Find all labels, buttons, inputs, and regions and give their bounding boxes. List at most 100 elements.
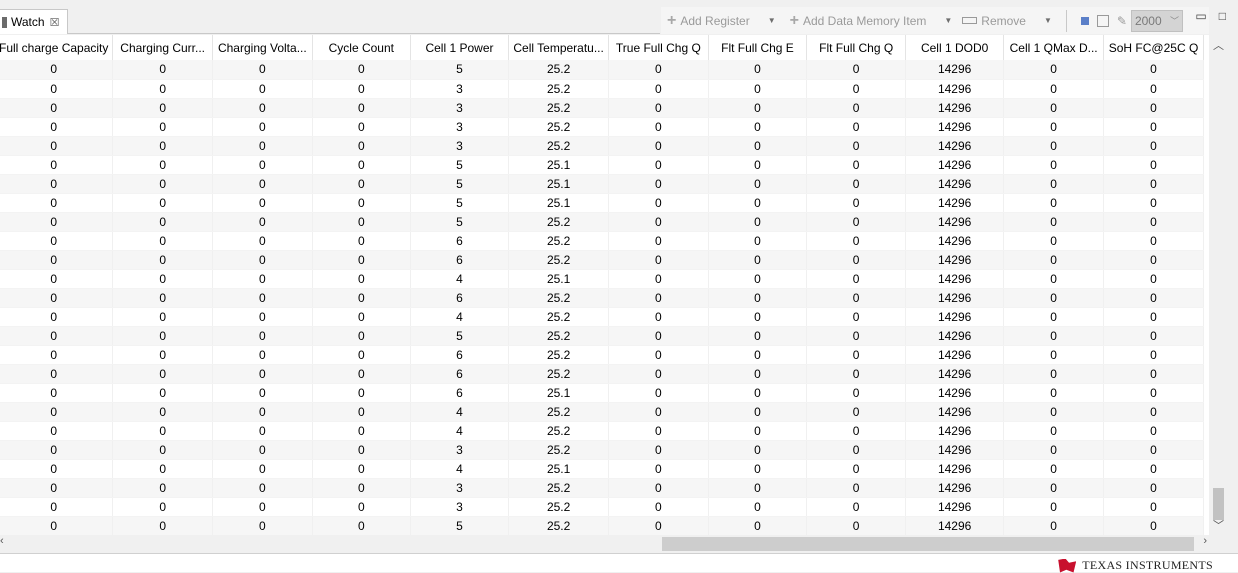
table-row[interactable]: 0 0 0 0 5 25.1 0 0 0 14296 0 0	[0, 155, 1204, 175]
table-cell: 0	[608, 60, 709, 80]
add-register-button[interactable]: + Add Register	[661, 12, 750, 30]
table-cell: 0	[1003, 364, 1105, 384]
table-cell: 0	[1103, 364, 1204, 384]
table-cell: 0	[1003, 250, 1105, 270]
table-cell: 0	[212, 364, 313, 384]
column-header[interactable]: Cell 1 DOD0	[905, 35, 1005, 60]
table-row[interactable]: 0 0 0 0 3 25.2 0 0 0 14296 0 0	[0, 497, 1204, 517]
vertical-scroll-thumb[interactable]	[1213, 488, 1224, 520]
table-cell: 25.2	[508, 402, 610, 422]
table-row[interactable]: 0 0 0 0 6 25.1 0 0 0 14296 0 0	[0, 383, 1204, 403]
table-row[interactable]: 0 0 0 0 4 25.2 0 0 0 14296 0 0	[0, 402, 1204, 422]
scroll-right-icon[interactable]: ›	[1203, 535, 1207, 547]
table-cell: 0	[708, 117, 808, 137]
table-cell: 0	[708, 250, 808, 270]
column-header[interactable]: SoH FC@25C Q	[1103, 35, 1204, 60]
table-cell: 0	[1003, 383, 1105, 403]
table-row[interactable]: 0 0 0 0 4 25.2 0 0 0 14296 0 0	[0, 307, 1204, 327]
column-header[interactable]: Charging Volta...	[212, 35, 313, 60]
column-header[interactable]: True Full Chg Q	[608, 35, 709, 60]
table-row[interactable]: 0 0 0 0 5 25.2 0 0 0 14296 0 0	[0, 60, 1204, 80]
table-row[interactable]: 0 0 0 0 3 25.2 0 0 0 14296 0 0	[0, 79, 1204, 99]
column-header[interactable]: Full charge Capacity	[0, 35, 114, 60]
table-cell: 0	[1003, 269, 1105, 289]
table-cell: 0	[806, 364, 907, 384]
table-cell: 0	[608, 136, 709, 156]
table-row[interactable]: 0 0 0 0 4 25.2 0 0 0 14296 0 0	[0, 421, 1204, 441]
pen-icon[interactable]: ✎	[1117, 14, 1127, 28]
table-row[interactable]: 0 0 0 0 4 25.1 0 0 0 14296 0 0	[0, 269, 1204, 289]
table-row[interactable]: 0 0 0 0 6 25.2 0 0 0 14296 0 0	[0, 345, 1204, 365]
table-cell: 0	[1003, 79, 1105, 99]
table-cell: 0	[1103, 345, 1204, 365]
table-cell: 0	[0, 402, 114, 422]
table-row[interactable]: 0 0 0 0 6 25.2 0 0 0 14296 0 0	[0, 231, 1204, 251]
eraser-icon	[962, 17, 978, 24]
remove-dropdown[interactable]: ▼	[1044, 16, 1052, 25]
save-icon[interactable]	[1096, 14, 1109, 27]
table-cell: 0	[1003, 193, 1105, 213]
table-cell: 0	[212, 326, 313, 346]
table-cell: 0	[0, 136, 114, 156]
table-cell: 14296	[905, 383, 1005, 403]
column-header[interactable]: Flt Full Chg Q	[806, 35, 907, 60]
horizontal-scroll-thumb[interactable]	[662, 537, 1194, 551]
table-cell: 0	[708, 326, 808, 346]
table-row[interactable]: 0 0 0 0 3 25.2 0 0 0 14296 0 0	[0, 136, 1204, 156]
add-data-memory-item-dropdown[interactable]: ▼	[944, 16, 952, 25]
table-cell: 0	[608, 421, 709, 441]
scroll-up-icon[interactable]: ︿	[1209, 37, 1228, 54]
table-row[interactable]: 0 0 0 0 5 25.2 0 0 0 14296 0 0	[0, 516, 1204, 535]
tab-strip	[68, 9, 660, 34]
maximize-icon[interactable]: □	[1219, 9, 1226, 23]
column-header[interactable]: Cell 1 QMax D...	[1003, 35, 1105, 60]
table-cell: 0	[112, 459, 213, 479]
table-body: 0 0 0 0 5 25.2 0 0 0 14296 0 0 0 0 0 0 3 25.2 0 0 0 14296 0 0 0 0…	[0, 60, 1204, 535]
table-cell: 0	[0, 60, 114, 80]
table-cell: 14296	[905, 269, 1005, 289]
table-cell: 25.2	[508, 250, 610, 270]
tab-watch[interactable]: Watch ☒	[0, 9, 68, 34]
table-row[interactable]: 0 0 0 0 6 25.2 0 0 0 14296 0 0	[0, 364, 1204, 384]
table-row[interactable]: 0 0 0 0 6 25.2 0 0 0 14296 0 0	[0, 250, 1204, 270]
table-cell: 0	[1003, 497, 1105, 517]
column-header[interactable]: Charging Curr...	[112, 35, 213, 60]
column-header[interactable]: Cell 1 Power	[410, 35, 510, 60]
column-header[interactable]: Cell Temperatu...	[508, 35, 610, 60]
stop-icon[interactable]	[1080, 16, 1089, 25]
table-row[interactable]: 0 0 0 0 3 25.2 0 0 0 14296 0 0	[0, 440, 1204, 460]
table-row[interactable]: 0 0 0 0 3 25.2 0 0 0 14296 0 0	[0, 478, 1204, 498]
minimize-icon[interactable]: ▭	[1195, 9, 1206, 23]
vertical-scrollbar[interactable]: ︿ ﹀	[1209, 35, 1228, 535]
table-cell: 0	[0, 193, 114, 213]
add-data-memory-item-label: Add Data Memory Item	[802, 13, 927, 28]
table-cell: 0	[608, 440, 709, 460]
refresh-interval-value: 2000	[1134, 13, 1162, 28]
table-row[interactable]: 0 0 0 0 5 25.1 0 0 0 14296 0 0	[0, 193, 1204, 213]
remove-button[interactable]: Remove	[960, 14, 1026, 28]
table-row[interactable]: 0 0 0 0 5 25.2 0 0 0 14296 0 0	[0, 326, 1204, 346]
scroll-down-icon[interactable]: ﹀	[1209, 517, 1228, 534]
add-register-dropdown[interactable]: ▼	[768, 16, 776, 25]
table-row[interactable]: 0 0 0 0 6 25.2 0 0 0 14296 0 0	[0, 288, 1204, 308]
table-cell: 6	[410, 364, 510, 384]
table-cell: 0	[608, 193, 709, 213]
table-row[interactable]: 0 0 0 0 5 25.1 0 0 0 14296 0 0	[0, 174, 1204, 194]
table-cell: 14296	[905, 440, 1005, 460]
table-row[interactable]: 0 0 0 0 3 25.2 0 0 0 14296 0 0	[0, 98, 1204, 118]
table-row[interactable]: 0 0 0 0 4 25.1 0 0 0 14296 0 0	[0, 459, 1204, 479]
table-cell: 25.1	[508, 155, 610, 175]
plus-icon: +	[667, 11, 677, 29]
column-header[interactable]: Cycle Count	[312, 35, 411, 60]
table-cell: 0	[1103, 60, 1204, 80]
column-header[interactable]: Flt Full Chg E	[708, 35, 808, 60]
horizontal-scrollbar[interactable]: ‹ ›	[0, 535, 1209, 553]
refresh-interval-select[interactable]: 2000 ﹀	[1130, 9, 1183, 32]
scroll-left-icon[interactable]: ‹	[0, 535, 4, 547]
table-cell: 14296	[905, 478, 1005, 498]
close-icon[interactable]: ☒	[50, 16, 60, 29]
table-row[interactable]: 0 0 0 0 3 25.2 0 0 0 14296 0 0	[0, 117, 1204, 137]
table-row[interactable]: 0 0 0 0 5 25.2 0 0 0 14296 0 0	[0, 212, 1204, 232]
table-cell: 0	[1003, 136, 1105, 156]
add-data-memory-item-button[interactable]: + Add Data Memory Item	[784, 12, 927, 30]
